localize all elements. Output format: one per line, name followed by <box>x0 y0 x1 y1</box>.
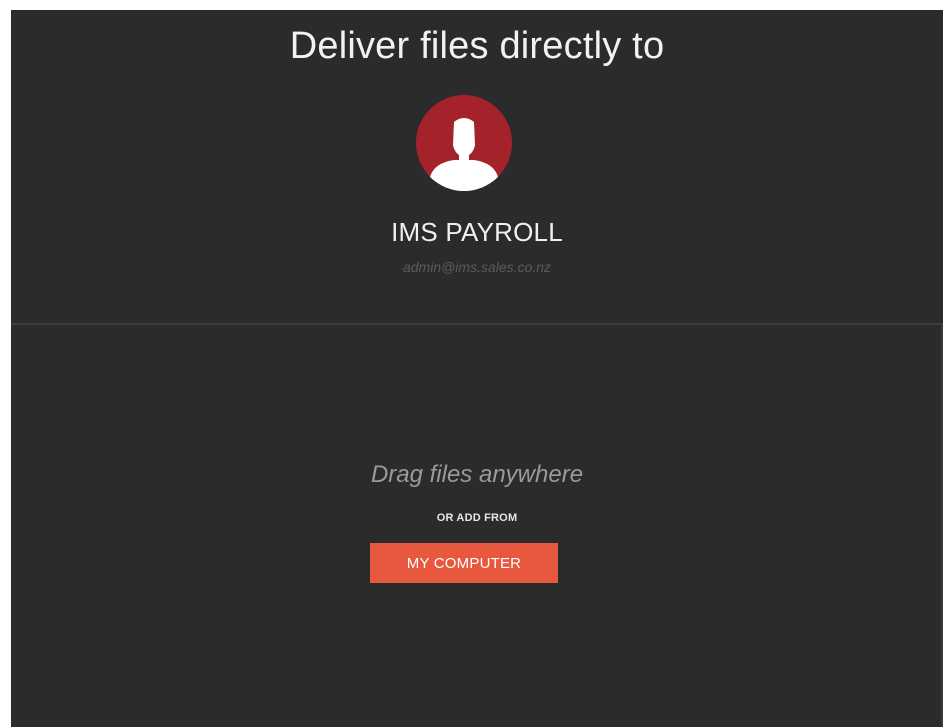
avatar <box>416 95 512 191</box>
user-silhouette-icon <box>430 118 498 191</box>
upload-panel: Deliver files directly to IMS PAYROLL ad… <box>11 10 943 727</box>
my-computer-button[interactable]: MY COMPUTER <box>370 543 558 583</box>
file-dropzone[interactable]: Drag files anywhere OR ADD FROM MY COMPU… <box>11 325 943 727</box>
scrollbar-track <box>941 325 943 727</box>
drag-files-text: Drag files anywhere <box>370 461 584 488</box>
recipient-name: IMS PAYROLL <box>391 217 563 247</box>
recipient-header: Deliver files directly to IMS PAYROLL ad… <box>11 10 943 323</box>
recipient-email: admin@ims.sales.co.nz <box>402 259 552 275</box>
page-title: Deliver files directly to <box>289 25 665 67</box>
or-add-from-label: OR ADD FROM <box>436 512 518 524</box>
